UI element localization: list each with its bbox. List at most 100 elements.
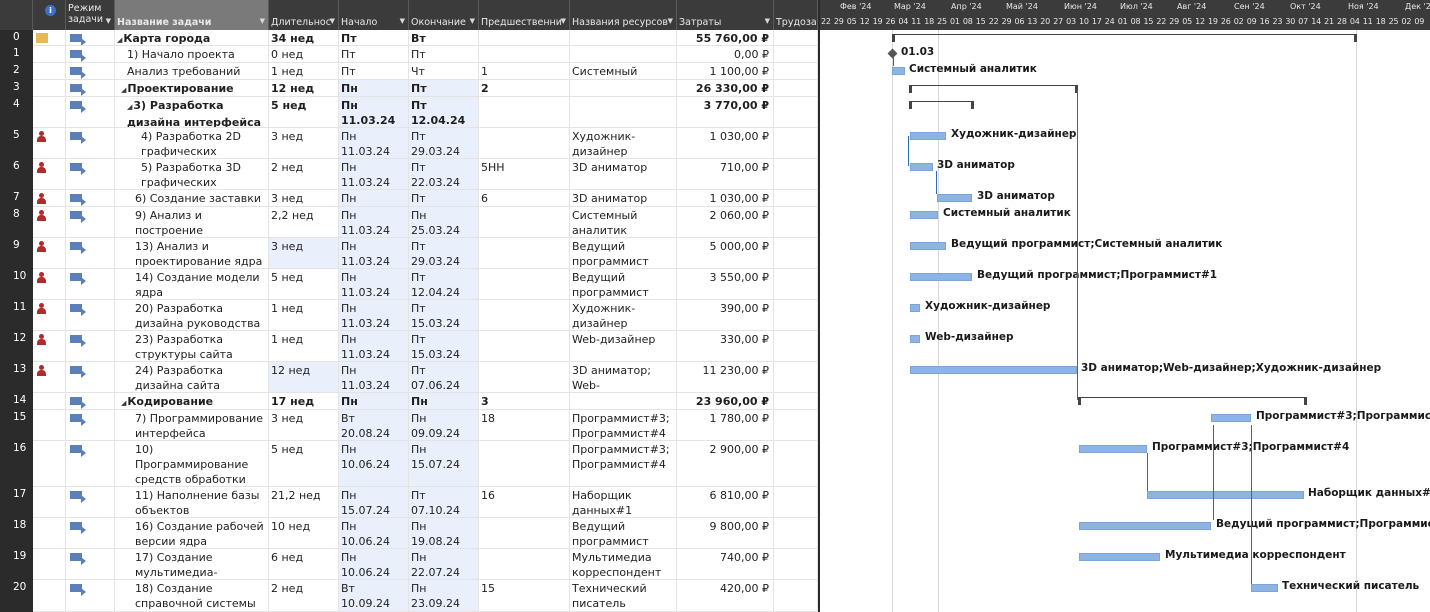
pred-cell[interactable] <box>479 97 570 127</box>
task-bar[interactable] <box>910 304 920 312</box>
work-cell[interactable] <box>774 159 818 189</box>
res-cell[interactable]: Программист#3; Программист#4 <box>570 410 677 440</box>
row-number[interactable]: 4 <box>0 98 33 110</box>
name-cell[interactable]: 14) Создание модели ядра <box>115 269 269 299</box>
indicator-cell[interactable] <box>33 549 66 579</box>
cost-cell[interactable]: 55 760,00 ₽ <box>677 30 774 45</box>
dur-cell[interactable]: 3 нед <box>269 190 339 206</box>
finish-cell[interactable]: Пн 15.07.24 <box>409 441 479 486</box>
start-cell[interactable]: Вт 20.08.24 <box>339 410 409 440</box>
task-mode-cell[interactable] <box>66 190 115 206</box>
start-cell[interactable]: Пн 11.03.24 <box>339 238 409 268</box>
task-mode-cell[interactable] <box>66 362 115 392</box>
task-bar[interactable] <box>910 273 972 281</box>
dur-cell[interactable]: 2 нед <box>269 159 339 189</box>
work-cell[interactable] <box>774 238 818 268</box>
pred-cell[interactable] <box>479 30 570 45</box>
finish-cell[interactable]: Пт 29.03.24 <box>409 238 479 268</box>
summary-bar[interactable] <box>892 34 1357 35</box>
pred-cell[interactable] <box>479 46 570 62</box>
table-row[interactable]: 1) Начало проекта 0 нед Пт 01.03.24 Пт 01.0… <box>33 46 818 63</box>
pred-cell[interactable] <box>479 238 570 268</box>
task-mode-cell[interactable] <box>66 30 115 45</box>
work-cell[interactable] <box>774 80 818 96</box>
dur-cell[interactable]: 1 нед <box>269 300 339 330</box>
name-cell[interactable]: 24) Разработка дизайна сайта <box>115 362 269 392</box>
table-row[interactable]: 11) Наполнение базы объектов 21,2 нед Пн 1… <box>33 487 818 518</box>
task-mode-cell[interactable] <box>66 393 115 409</box>
header-start[interactable]: Начало ▼ <box>339 0 409 30</box>
dropdown-arrow-icon[interactable]: ▼ <box>765 16 770 27</box>
indicator-cell[interactable] <box>33 30 66 45</box>
task-bar[interactable] <box>1079 445 1147 453</box>
dropdown-arrow-icon[interactable]: ▼ <box>561 16 566 27</box>
name-cell[interactable]: 5) Разработка 3D графических элементов <box>115 159 269 189</box>
name-cell[interactable]: 23) Разработка структуры сайта <box>115 331 269 361</box>
start-cell[interactable]: Пт 01.03.24 <box>339 63 409 79</box>
res-cell[interactable]: Ведущий программист <box>570 269 677 299</box>
task-bar[interactable] <box>1147 491 1304 499</box>
table-row[interactable]: 5) Разработка 3D графических элементов 2 … <box>33 159 818 190</box>
res-cell[interactable]: 3D аниматор; Web-дизайнер;Худож <box>570 362 677 392</box>
start-cell[interactable]: Пн 11.03.24 <box>339 300 409 330</box>
indicator-cell[interactable] <box>33 331 66 361</box>
row-number[interactable]: 20 <box>0 581 33 593</box>
pred-cell[interactable] <box>479 518 570 548</box>
task-mode-cell[interactable] <box>66 63 115 79</box>
start-cell[interactable]: Пн 11.03.24 <box>339 207 409 237</box>
name-cell[interactable]: 4) Разработка 2D графических элементов <box>115 128 269 158</box>
row-number[interactable]: 5 <box>0 129 33 141</box>
cost-cell[interactable]: 1 030,00 ₽ <box>677 128 774 158</box>
row-number[interactable]: 7 <box>0 191 33 203</box>
res-cell[interactable]: Художник-дизайнер <box>570 128 677 158</box>
cost-cell[interactable]: 2 060,00 ₽ <box>677 207 774 237</box>
name-cell[interactable]: 17) Создание мультимедиа-наполнения <box>115 549 269 579</box>
work-cell[interactable] <box>774 487 818 517</box>
finish-cell[interactable]: Пт 12.04.24 <box>409 269 479 299</box>
finish-cell[interactable]: Пн 22.07.24 <box>409 549 479 579</box>
indicator-cell[interactable] <box>33 128 66 158</box>
dur-cell[interactable]: 5 нед <box>269 269 339 299</box>
work-cell[interactable] <box>774 190 818 206</box>
task-mode-cell[interactable] <box>66 331 115 361</box>
start-cell[interactable]: Пн 25.03.24 <box>339 190 409 206</box>
cost-cell[interactable]: 1 780,00 ₽ <box>677 410 774 440</box>
table-row[interactable]: 17) Создание мультимедиа-наполнения 6 нед… <box>33 549 818 580</box>
dur-cell[interactable]: 5 нед <box>269 441 339 486</box>
task-mode-cell[interactable] <box>66 518 115 548</box>
work-cell[interactable] <box>774 128 818 158</box>
table-row[interactable]: 24) Разработка дизайна сайта 12 нед Пн 11.… <box>33 362 818 393</box>
cost-cell[interactable]: 26 330,00 ₽ <box>677 80 774 96</box>
pred-cell[interactable]: 16 <box>479 487 570 517</box>
cost-cell[interactable]: 740,00 ₽ <box>677 549 774 579</box>
collapse-caret-icon[interactable]: ◢ <box>127 103 132 111</box>
start-cell[interactable]: Пт 01.03.24 <box>339 46 409 62</box>
pred-cell[interactable] <box>479 128 570 158</box>
indicator-cell[interactable] <box>33 518 66 548</box>
cost-cell[interactable]: 0,00 ₽ <box>677 46 774 62</box>
start-cell[interactable]: Пн 11.03.24 <box>339 362 409 392</box>
indicator-cell[interactable] <box>33 441 66 486</box>
name-cell[interactable]: ◢Карта города <box>115 30 269 45</box>
finish-cell[interactable]: Пт 12.04.24 <box>409 190 479 206</box>
indicator-cell[interactable] <box>33 269 66 299</box>
start-cell[interactable]: Пн 15.07.24 <box>339 487 409 517</box>
pred-cell[interactable] <box>479 207 570 237</box>
cost-cell[interactable]: 3 550,00 ₽ <box>677 269 774 299</box>
header-task-mode[interactable]: Режим задачи ▼ <box>66 0 115 30</box>
cost-cell[interactable]: 5 000,00 ₽ <box>677 238 774 268</box>
pred-cell[interactable]: 1 <box>479 63 570 79</box>
table-row[interactable]: 6) Создание заставки 3 нед Пн 25.03.24 Пт 1… <box>33 190 818 207</box>
res-cell[interactable] <box>570 80 677 96</box>
summary-bar[interactable] <box>909 101 974 102</box>
row-number[interactable]: 6 <box>0 160 33 172</box>
collapse-caret-icon[interactable]: ◢ <box>121 399 126 407</box>
finish-cell[interactable]: Пт 22.03.24 <box>409 159 479 189</box>
cost-cell[interactable]: 1 030,00 ₽ <box>677 190 774 206</box>
indicator-cell[interactable] <box>33 238 66 268</box>
start-cell[interactable]: Пн 10.06.24 <box>339 518 409 548</box>
cost-cell[interactable]: 330,00 ₽ <box>677 331 774 361</box>
work-cell[interactable] <box>774 207 818 237</box>
row-number[interactable]: 15 <box>0 411 33 423</box>
dropdown-arrow-icon[interactable]: ▼ <box>470 16 475 27</box>
